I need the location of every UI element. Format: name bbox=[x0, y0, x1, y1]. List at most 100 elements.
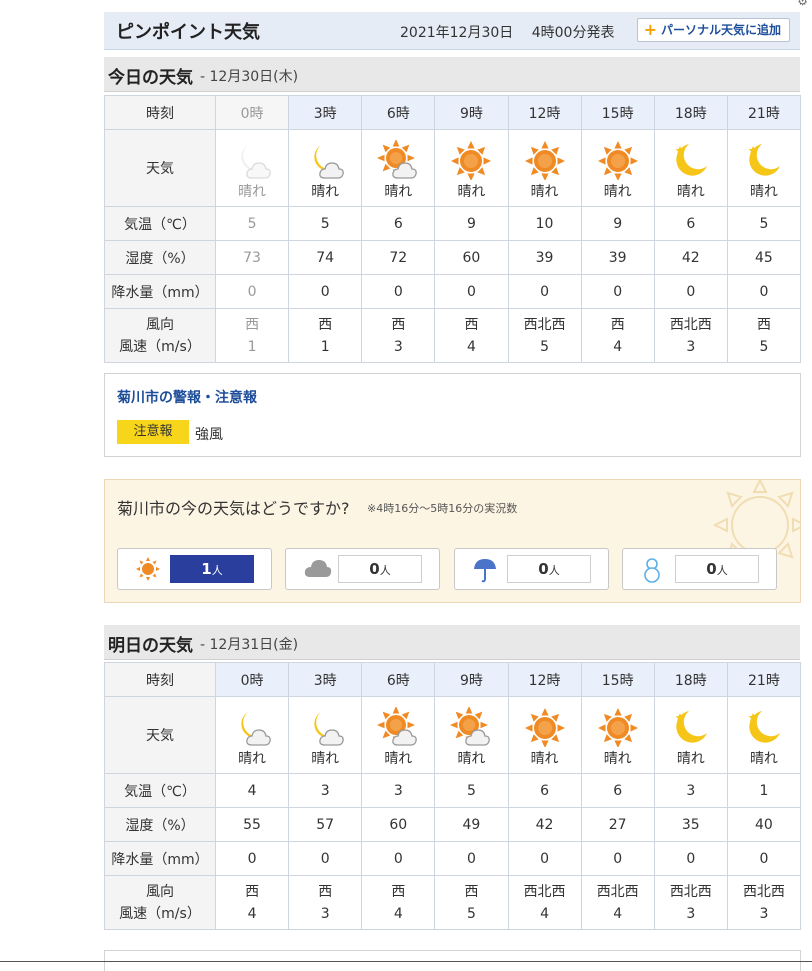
pinpoint-header: ピンポイント天気 2021年12月30日 4時00分発表 + パーソナル天気に追加 bbox=[104, 12, 800, 50]
weather-cell: 晴れ bbox=[580, 696, 655, 774]
precip-cell: 0 bbox=[288, 841, 363, 876]
vote-sunny-button[interactable]: 1人 bbox=[117, 548, 272, 590]
weather-text: 晴れ bbox=[384, 183, 413, 200]
temp-cell: 3 bbox=[361, 773, 436, 808]
survey-note: ※4時16分～5時16分の実況数 bbox=[367, 502, 518, 515]
wind-cell: 西北西 3 bbox=[726, 875, 802, 930]
today-title: 今日の天気 bbox=[108, 68, 193, 88]
wind-cell: 西1 bbox=[214, 308, 290, 363]
wind-dir-label: 風向 bbox=[146, 883, 174, 900]
advisory-type: 強風 bbox=[195, 427, 223, 443]
plus-icon: + bbox=[643, 20, 657, 39]
wind-dir-label: 風向 bbox=[146, 316, 174, 333]
precip-cell: 0 bbox=[580, 841, 655, 876]
humidity-cell: 74 bbox=[288, 240, 363, 275]
weather-label: 天気 bbox=[104, 696, 216, 774]
temp-cell: 6 bbox=[653, 206, 728, 241]
vote-rain-button[interactable]: 0人 bbox=[454, 548, 609, 590]
weather-survey: 菊川市の今の天気はどうですか? ※4時16分～5時16分の実況数 1人 0人 0… bbox=[104, 479, 801, 603]
temp-cell: 3 bbox=[288, 773, 363, 808]
sun-icon bbox=[451, 140, 492, 180]
precip-cell: 0 bbox=[507, 841, 582, 876]
tomorrow-title: 明日の天気 bbox=[108, 636, 193, 656]
precip-row: 降水量（mm） 0 0 0 0 0 0 0 0 bbox=[104, 841, 802, 876]
vote-cloudy-count: 0人 bbox=[338, 555, 422, 583]
temp-cell: 6 bbox=[580, 773, 655, 808]
settings-icon[interactable]: ⚙ bbox=[797, 0, 808, 8]
weather-text: 晴れ bbox=[603, 183, 632, 200]
time-cell: 0時 bbox=[214, 662, 290, 697]
wind-dir: 西 bbox=[610, 316, 625, 333]
temp-row: 気温（℃） 5 5 6 9 10 9 6 5 bbox=[104, 206, 802, 241]
wind-speed: 3 bbox=[393, 338, 403, 355]
humidity-cell: 39 bbox=[507, 240, 582, 275]
weather-row: 天気 晴れ 晴れ 晴れ 晴れ 晴れ 晴れ 晴れ 晴れ bbox=[104, 696, 802, 774]
wind-cell: 西北西 3 bbox=[653, 875, 728, 930]
temp-cell: 5 bbox=[726, 206, 802, 241]
precip-cell: 0 bbox=[726, 841, 802, 876]
temp-cell: 10 bbox=[507, 206, 582, 241]
alert-box: 菊川市の警報・注意報 注意報 強風 bbox=[104, 373, 801, 457]
weather-cell: 晴れ bbox=[507, 129, 582, 207]
wind-speed: 4 bbox=[247, 905, 257, 922]
wind-dir: 西 bbox=[318, 316, 333, 333]
temp-cell: 6 bbox=[507, 773, 582, 808]
moon-cloud-icon bbox=[314, 144, 344, 179]
tomorrow-date: - 12月31日(金) bbox=[200, 637, 299, 653]
vote-sunny-count: 1人 bbox=[170, 555, 254, 583]
humidity-cell: 57 bbox=[288, 807, 363, 842]
wind-cell: 西4 bbox=[580, 308, 655, 363]
wind-dir: 西 bbox=[464, 316, 479, 333]
weather-text: 晴れ bbox=[311, 183, 340, 200]
survey-question: 菊川市の今の天気はどうですか? bbox=[117, 499, 350, 518]
wind-speed: 3 bbox=[686, 338, 696, 355]
temp-cell: 1 bbox=[726, 773, 802, 808]
weather-cell: 晴れ bbox=[288, 129, 363, 207]
precip-row: 降水量（mm） 0 0 0 0 0 0 0 0 bbox=[104, 274, 802, 309]
moon-cloud-icon bbox=[241, 144, 271, 179]
weather-text: 晴れ bbox=[530, 750, 559, 767]
humidity-cell: 73 bbox=[214, 240, 290, 275]
precip-cell: 0 bbox=[507, 274, 582, 309]
advisory-badge: 注意報 bbox=[117, 420, 189, 444]
humidity-cell: 49 bbox=[434, 807, 509, 842]
wind-cell: 西北西 5 bbox=[507, 308, 582, 363]
moon-cloud-icon bbox=[314, 711, 344, 746]
humidity-cell: 35 bbox=[653, 807, 728, 842]
precip-cell: 0 bbox=[580, 274, 655, 309]
humidity-cell: 40 bbox=[726, 807, 802, 842]
wind-dir: 西北西 bbox=[523, 883, 566, 900]
wind-dir: 西 bbox=[391, 883, 406, 900]
add-personal-weather-button[interactable]: + パーソナル天気に追加 bbox=[636, 18, 790, 42]
wind-cell: 西4 bbox=[434, 308, 509, 363]
humidity-label: 湿度（%） bbox=[104, 807, 216, 842]
time-cell: 12時 bbox=[507, 95, 582, 130]
time-cell: 21時 bbox=[726, 662, 802, 697]
humidity-cell: 45 bbox=[726, 240, 802, 275]
wind-dir: 西 bbox=[391, 316, 406, 333]
weather-row: 天気 晴れ 晴れ 晴れ 晴れ 晴れ 晴れ 晴れ 晴れ bbox=[104, 129, 802, 207]
temp-cell: 9 bbox=[434, 206, 509, 241]
wind-speed-label: 風速（m/s） bbox=[119, 905, 201, 922]
vote-cloudy-button[interactable]: 0人 bbox=[285, 548, 440, 590]
wind-dir: 西 bbox=[245, 316, 260, 333]
wind-dir: 西 bbox=[464, 883, 479, 900]
wind-speed: 3 bbox=[320, 905, 330, 922]
time-cell: 3時 bbox=[288, 662, 363, 697]
crescent-star-icon bbox=[748, 143, 780, 176]
weather-cell: 晴れ bbox=[361, 696, 436, 774]
weather-text: 晴れ bbox=[530, 183, 559, 200]
precip-cell: 0 bbox=[434, 274, 509, 309]
crescent-star-icon bbox=[675, 710, 707, 743]
sun-cloud-icon bbox=[377, 706, 418, 746]
divider bbox=[0, 961, 812, 962]
sun-icon bbox=[136, 557, 160, 581]
humidity-cell: 55 bbox=[214, 807, 290, 842]
vote-snow-button[interactable]: 0人 bbox=[622, 548, 777, 590]
wind-label: 風向風速（m/s） bbox=[104, 875, 216, 930]
alert-title[interactable]: 菊川市の警報・注意報 bbox=[117, 387, 257, 407]
weather-cell: 晴れ bbox=[726, 129, 802, 207]
weather-cell: 晴れ bbox=[653, 696, 728, 774]
time-cell: 15時 bbox=[580, 662, 655, 697]
temp-cell: 5 bbox=[288, 206, 363, 241]
